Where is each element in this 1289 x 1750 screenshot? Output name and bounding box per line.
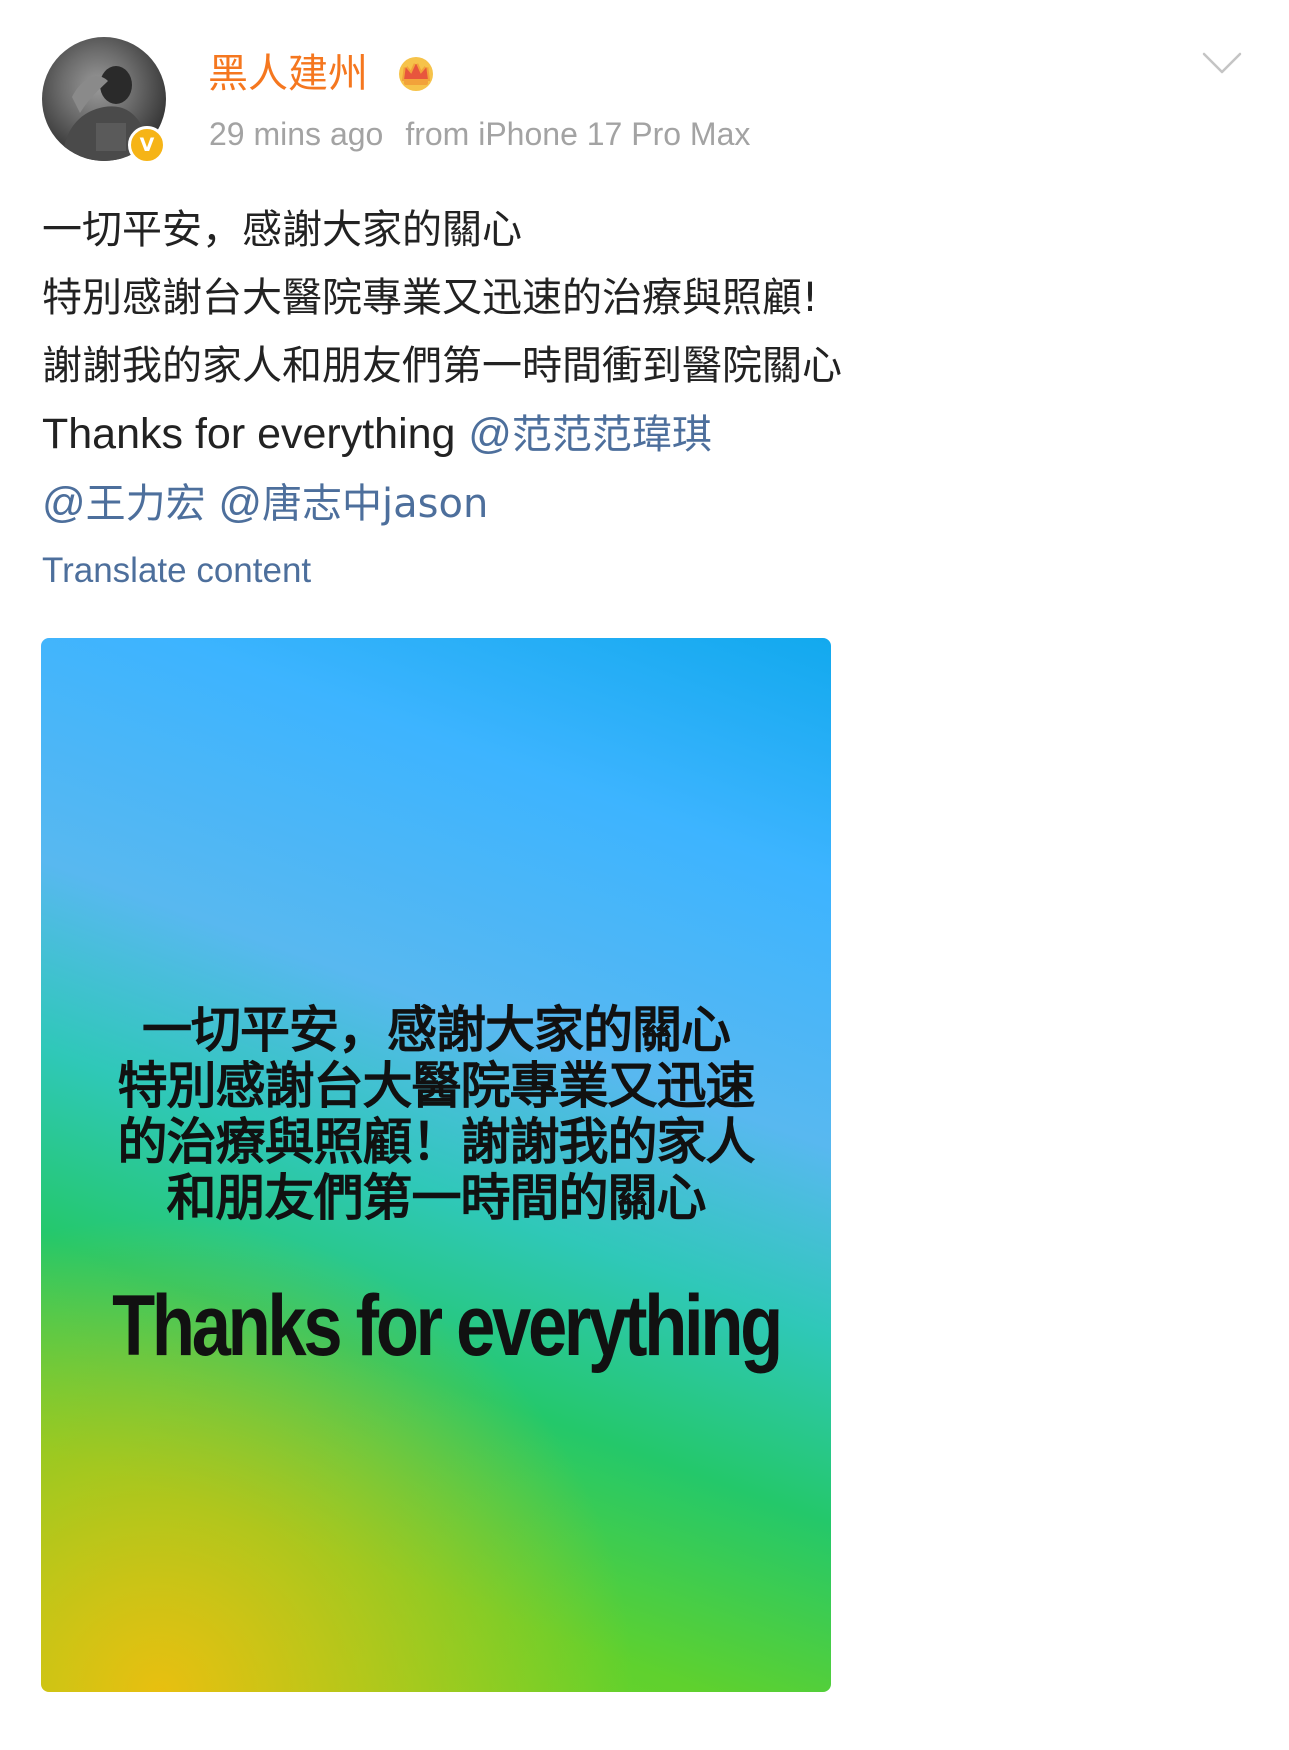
translate-content-link[interactable]: Translate content	[42, 547, 311, 595]
image-caption-line: 的治療與照顧！謝謝我的家人	[117, 1113, 756, 1171]
mention-link[interactable]: @唐志中jason	[218, 479, 488, 527]
image-caption-chinese: 一切平安，感謝大家的關心 特別感謝台大醫院專業又迅速 的治療與照顧！謝謝我的家人…	[41, 1002, 831, 1226]
verified-badge: V	[128, 126, 166, 164]
chevron-down-icon[interactable]	[1200, 48, 1244, 78]
post-image[interactable]: 一切平安，感謝大家的關心 特別感謝台大醫院專業又迅速 的治療與照顧！謝謝我的家人…	[41, 638, 831, 1692]
post-source: from iPhone 17 Pro Max	[405, 116, 751, 152]
image-caption-english: Thanks for everything	[112, 1278, 783, 1374]
image-caption-line: 特別感謝台大醫院專業又迅速	[117, 1057, 756, 1115]
post-text-line: 特別感謝台大醫院專業又迅速的治療與照顧!	[42, 275, 819, 321]
post-text-line-4: Thanks for everything @范范范瑋琪	[42, 400, 1242, 469]
post-text-line: 謝謝我的家人和朋友們第一時間衝到醫院關心	[42, 343, 842, 389]
post-text: 一切平安，感謝大家的關心 特別感謝台大醫院專業又迅速的治療與照顧! 謝謝我的家人…	[42, 196, 1242, 538]
thanks-text: Thanks for everything	[42, 410, 456, 458]
verified-badge-label: V	[139, 133, 155, 156]
post-time: 29 mins ago	[209, 116, 384, 152]
mention-link[interactable]: @王力宏	[42, 479, 206, 527]
crown-icon	[399, 57, 433, 91]
author-name[interactable]: 黑人建州	[208, 48, 368, 100]
image-caption-line: 和朋友們第一時間的關心	[166, 1169, 707, 1227]
image-caption-line: 一切平安，感謝大家的關心	[142, 1001, 731, 1059]
mention-link[interactable]: @范范范瑋琪	[468, 410, 712, 458]
post-text-line: 一切平安，感謝大家的關心	[42, 207, 522, 253]
post-meta: 29 mins ago from iPhone 17 Pro Max	[209, 112, 750, 156]
post-header: V 黑人建州 29 mins ago from iPhone 17 Pro Max	[0, 0, 1289, 180]
post-text-line-5: @王力宏 @唐志中jason	[42, 469, 1242, 538]
